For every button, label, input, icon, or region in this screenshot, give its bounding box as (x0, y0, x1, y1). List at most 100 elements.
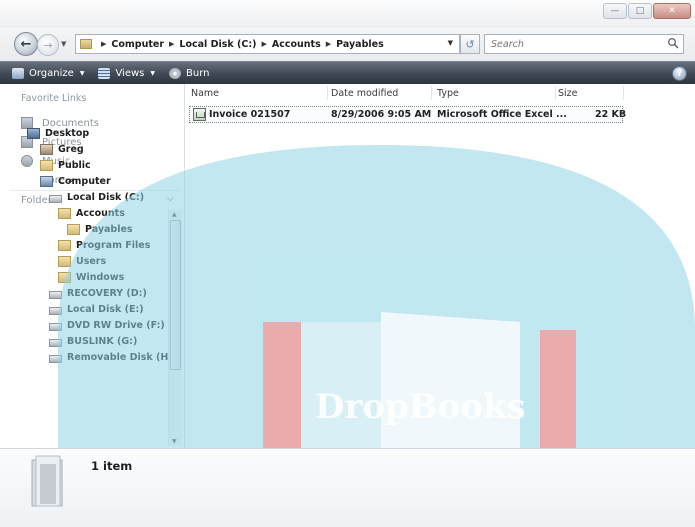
chevron-down-icon[interactable]: ⌵ (167, 194, 174, 204)
tree-item-desktop[interactable]: Desktop (27, 128, 89, 139)
item-count: 1 item (91, 459, 133, 473)
tree-item-dvd-rw-f[interactable]: DVD RW Drive (F:) (49, 320, 165, 331)
file-name: Invoice 021507 (209, 109, 291, 120)
organize-icon (12, 67, 24, 79)
folder-icon (58, 240, 71, 251)
help-icon: ? (676, 68, 683, 79)
file-date-modified: 8/29/2006 9:05 AM (331, 109, 432, 120)
tree-item-label: Removable Disk (H:) (67, 352, 177, 363)
tree-item-label: Payables (85, 224, 133, 235)
views-button[interactable]: Views ▼ (98, 67, 156, 79)
close-button[interactable]: ✕ (653, 3, 691, 19)
breadcrumb-payables[interactable]: Payables (336, 39, 384, 50)
forward-button[interactable]: → (37, 34, 59, 56)
column-header-name[interactable]: Name (191, 88, 219, 99)
tree-item-program-files[interactable]: Program Files (58, 240, 150, 251)
search-icon[interactable] (667, 37, 679, 49)
folder-icon (58, 272, 71, 283)
address-bar[interactable]: ▶ Computer ▶ Local Disk (C:) ▶ Accounts … (75, 34, 460, 54)
tree-item-users[interactable]: Users (58, 256, 106, 267)
minimize-button[interactable]: — (603, 3, 627, 19)
folder-icon (40, 160, 53, 171)
folder-icon (80, 39, 92, 49)
back-arrow-icon: ← (20, 36, 32, 52)
burn-button[interactable]: Burn (169, 67, 210, 79)
column-divider[interactable] (327, 86, 328, 100)
folder-icon (58, 208, 71, 219)
organize-label: Organize (29, 67, 74, 79)
search-box[interactable] (484, 34, 684, 54)
file-row[interactable]: Invoice 021507 8/29/2006 9:05 AM Microso… (189, 106, 627, 123)
tree-item-windows[interactable]: Windows (58, 272, 124, 283)
column-divider[interactable] (623, 86, 624, 100)
tree-item-computer[interactable]: Computer (40, 176, 111, 187)
command-bar: Organize ▼ Views ▼ Burn ? (0, 61, 695, 84)
breadcrumb-chevron-icon[interactable]: ▶ (326, 40, 331, 48)
maximize-button[interactable]: □ (628, 3, 652, 19)
column-header-size[interactable]: Size (558, 88, 578, 99)
organize-button[interactable]: Organize ▼ (12, 67, 85, 79)
breadcrumb-computer[interactable]: Computer (111, 39, 164, 50)
tree-item-label: Users (76, 256, 107, 267)
tree-item-label: Desktop (45, 128, 90, 139)
tree-item-buslink-g[interactable]: BUSLINK (G:) (49, 336, 137, 347)
favorite-links-title: Favorite Links (21, 93, 87, 104)
title-bar: — □ ✕ (0, 0, 695, 27)
views-label: Views (115, 67, 145, 79)
search-input[interactable] (485, 35, 655, 53)
tree-item-label: Windows (76, 272, 125, 283)
chevron-down-icon: ▼ (79, 69, 85, 77)
details-pane: 1 item (0, 448, 695, 527)
tree-item-label: Local Disk (C:) (67, 192, 145, 203)
window-controls: — □ ✕ (603, 3, 691, 19)
tree-item-payables[interactable]: Payables (67, 224, 133, 235)
back-button[interactable]: ← (14, 32, 38, 56)
help-button[interactable]: ? (672, 66, 687, 81)
tree-item-label: Program Files (76, 240, 151, 251)
removable-drive-icon (49, 355, 62, 363)
breadcrumb-accounts[interactable]: Accounts (272, 39, 321, 50)
column-divider[interactable] (555, 86, 556, 100)
tree-scrollbar[interactable]: ▲ ▼ (168, 210, 182, 446)
chevron-down-icon: ▼ (150, 69, 156, 77)
tree-item-local-disk-c[interactable]: Local Disk (C:) (49, 192, 144, 203)
file-type: Microsoft Office Excel ... (437, 109, 567, 120)
breadcrumb-local-disk[interactable]: Local Disk (C:) (179, 39, 256, 50)
drive-icon (49, 291, 62, 299)
tree-item-removable-h[interactable]: Removable Disk (H:) (49, 352, 176, 363)
favorite-link-label: Documents (42, 117, 100, 129)
recent-pages-dropdown[interactable]: ▼ (61, 40, 69, 48)
breadcrumb-chevron-icon[interactable]: ▶ (169, 40, 174, 48)
scroll-down-arrow-icon[interactable]: ▼ (172, 438, 177, 445)
file-size: 22 KB (595, 109, 627, 120)
breadcrumb-chevron-icon[interactable]: ▶ (101, 40, 106, 48)
file-list-pane: Name Date modified Type Size Invoice 021… (186, 84, 695, 448)
dvd-drive-icon (49, 323, 62, 331)
drive-icon (49, 339, 62, 347)
refresh-button[interactable]: ↺ (460, 34, 480, 54)
scroll-thumb[interactable] (170, 220, 181, 370)
tree-item-greg[interactable]: Greg (40, 144, 84, 155)
tree-item-accounts[interactable]: Accounts (58, 208, 125, 219)
maximize-icon: □ (635, 5, 645, 16)
address-dropdown-icon[interactable]: ▼ (448, 39, 453, 47)
column-divider[interactable] (431, 86, 432, 100)
tree-item-local-disk-e[interactable]: Local Disk (E:) (49, 304, 144, 315)
tree-item-label: Local Disk (E:) (67, 304, 144, 315)
tree-item-public[interactable]: Public (40, 160, 91, 171)
column-header-date-modified[interactable]: Date modified (331, 88, 398, 99)
refresh-icon: ↺ (465, 37, 475, 51)
tree-item-label: Public (58, 160, 91, 171)
burn-disc-icon (169, 67, 182, 79)
column-header-type[interactable]: Type (437, 88, 459, 99)
computer-icon (40, 176, 53, 187)
forward-arrow-icon: → (43, 38, 53, 52)
tree-item-label: Computer (58, 176, 111, 187)
scroll-up-arrow-icon[interactable]: ▲ (172, 211, 177, 218)
excel-file-icon (193, 108, 206, 121)
tree-item-label: RECOVERY (D:) (67, 288, 147, 299)
breadcrumb-chevron-icon[interactable]: ▶ (261, 40, 266, 48)
tree-item-label: Accounts (76, 208, 125, 219)
user-folder-icon (40, 144, 53, 155)
tree-item-recovery-d[interactable]: RECOVERY (D:) (49, 288, 147, 299)
